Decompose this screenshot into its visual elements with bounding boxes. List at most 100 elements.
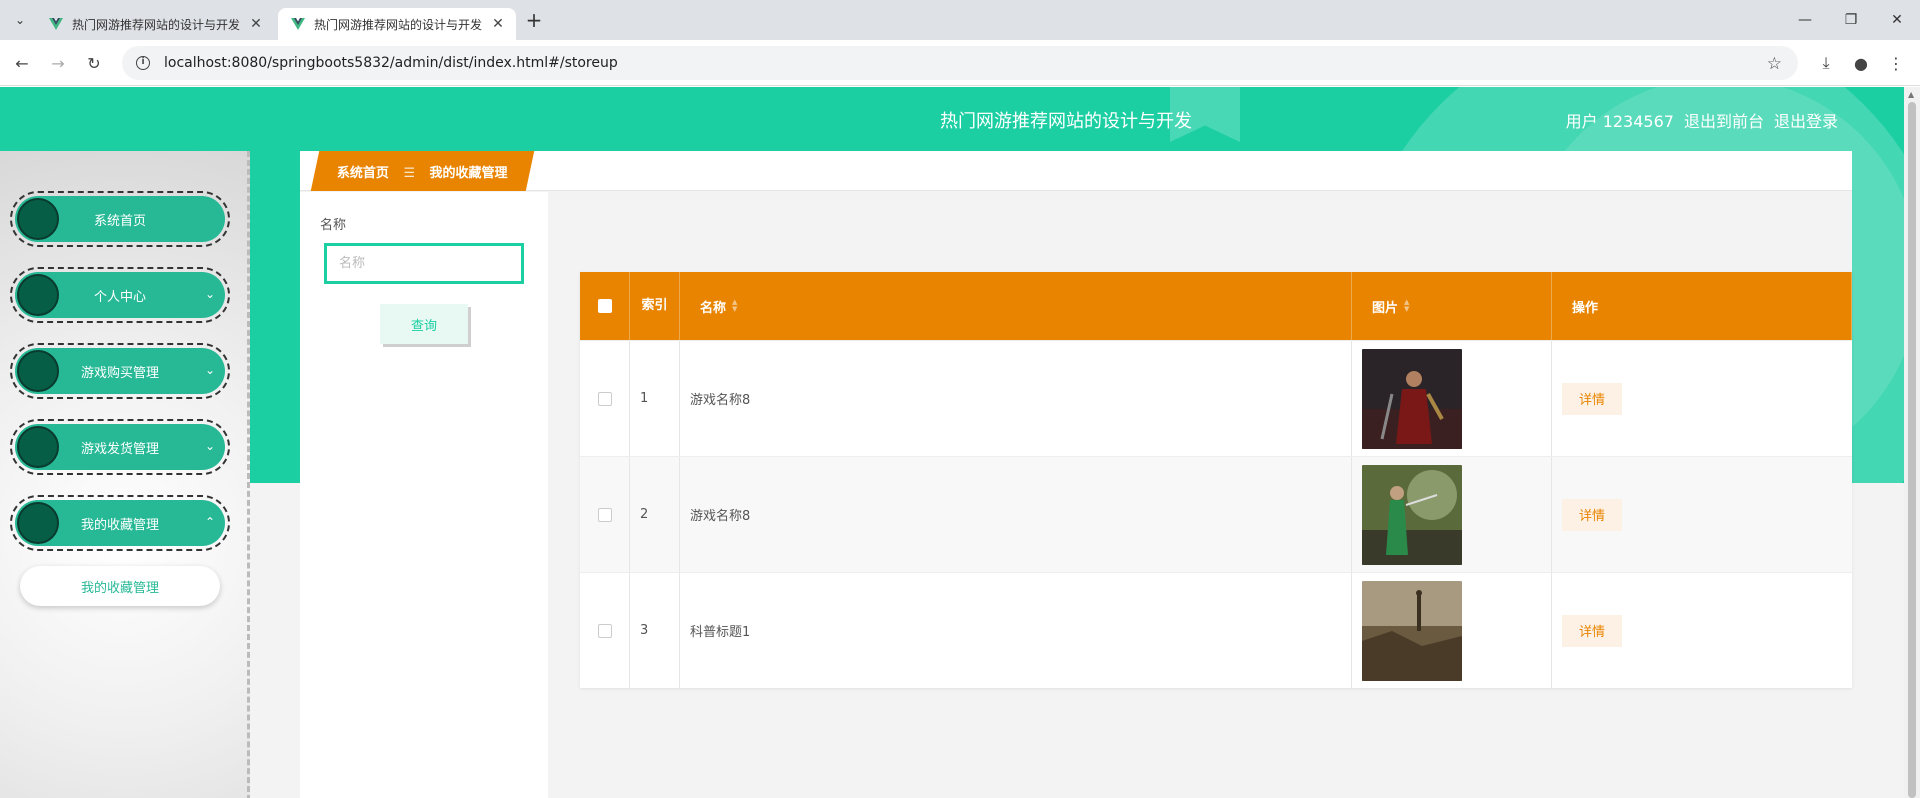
- download-icon[interactable]: ⤓: [1813, 50, 1839, 76]
- detail-button[interactable]: 详情: [1562, 382, 1622, 415]
- game-image: [1362, 464, 1462, 565]
- minimize-icon[interactable]: —: [1782, 0, 1828, 40]
- search-panel: 名称 查询: [300, 192, 548, 798]
- sort-icon[interactable]: ▲ ▼: [1404, 299, 1409, 313]
- row-checkbox[interactable]: [597, 507, 612, 522]
- window-close-icon[interactable]: ✕: [1874, 0, 1920, 40]
- row-actions: 详情: [1552, 341, 1852, 456]
- scrollbar-thumb[interactable]: [1908, 102, 1916, 798]
- row-select[interactable]: [580, 573, 630, 688]
- browser-tab[interactable]: 热门网游推荐网站的设计与开发 ✕: [36, 8, 274, 40]
- url-text: localhost:8080/springboots5832/admin/dis…: [164, 55, 618, 71]
- main-content: 系统首页 ☰ 我的收藏管理 名称 查询 索引 名称 ▲▼ 图片 ▲▼ 操作 1: [300, 151, 1852, 798]
- row-checkbox[interactable]: [597, 623, 612, 638]
- scroll-up-icon[interactable]: ▲: [1908, 90, 1914, 99]
- menu-dot-icon: [17, 350, 59, 392]
- user-info: 用户 1234567 退出到前台 退出登录: [1566, 108, 1838, 132]
- header-name[interactable]: 名称 ▲ ▼: [680, 272, 1352, 340]
- menu-pill: 个人中心 ⌄: [15, 272, 225, 318]
- menu-dot-icon: [17, 274, 59, 316]
- row-image-cell: [1352, 573, 1552, 688]
- row-name: 科普标题1: [680, 573, 1352, 688]
- reload-icon[interactable]: ↻: [80, 50, 108, 76]
- chevron-down-icon: ⌄: [204, 287, 215, 301]
- header-select-all[interactable]: [580, 272, 630, 340]
- submenu-item-favorites[interactable]: 我的收藏管理: [20, 566, 220, 606]
- breadcrumb-home[interactable]: 系统首页: [337, 166, 389, 181]
- menu-dot-icon: [17, 198, 59, 240]
- breadcrumb-current: 我的收藏管理: [429, 165, 508, 181]
- row-actions: 详情: [1552, 457, 1852, 572]
- site-title: 热门网游推荐网站的设计与开发: [940, 111, 1192, 132]
- search-button[interactable]: 查询: [380, 304, 468, 344]
- back-icon[interactable]: ←: [8, 50, 36, 76]
- row-select[interactable]: [580, 341, 630, 456]
- menu-label: 游戏发货管理: [80, 441, 159, 457]
- tab-close-icon[interactable]: ✕: [490, 16, 506, 32]
- sidebar: 系统首页 个人中心 ⌄ 游戏购买管理 ⌄ 游戏发货管理 ⌄ 我的收藏管理 ⌃ 我的收藏管…: [0, 151, 250, 798]
- game-image: [1362, 348, 1462, 449]
- site-info-icon[interactable]: i: [136, 56, 150, 70]
- favorites-table: 索引 名称 ▲ ▼ 图片 ▲ ▼ 操作 1 游戏名称8 详情 2 游戏名称8 详…: [580, 272, 1852, 688]
- vue-favicon-icon: [291, 18, 305, 30]
- sidebar-item-purchase[interactable]: 游戏购买管理 ⌄: [10, 343, 230, 399]
- menu-label: 游戏购买管理: [80, 365, 159, 381]
- sidebar-item-personal[interactable]: 个人中心 ⌄: [10, 267, 230, 323]
- restore-icon[interactable]: ❐: [1828, 0, 1874, 40]
- forward-icon[interactable]: →: [44, 50, 72, 76]
- menu-dot-icon: [17, 502, 59, 544]
- tab-title: 热门网游推荐网站的设计与开发: [72, 17, 241, 32]
- browser-tab-active[interactable]: 热门网游推荐网站的设计与开发 ✕: [278, 8, 516, 40]
- detail-button[interactable]: 详情: [1562, 498, 1622, 531]
- header-image[interactable]: 图片 ▲ ▼: [1352, 272, 1552, 340]
- menu-pill: 游戏发货管理 ⌄: [15, 424, 225, 470]
- chevron-down-icon: ⌄: [204, 439, 215, 453]
- row-index: 2: [630, 457, 680, 572]
- search-label: 名称: [320, 218, 347, 233]
- tab-close-icon[interactable]: ✕: [248, 16, 264, 32]
- row-index: 3: [630, 573, 680, 688]
- url-field[interactable]: i localhost:8080/springboots5832/admin/d…: [122, 46, 1798, 80]
- sidebar-item-shipping[interactable]: 游戏发货管理 ⌄: [10, 419, 230, 475]
- row-select[interactable]: [580, 457, 630, 572]
- header-image-label: 图片: [1372, 300, 1399, 316]
- breadcrumb: 系统首页 ☰ 我的收藏管理: [310, 151, 534, 191]
- address-bar-row: ← → ↻ i localhost:8080/springboots5832/a…: [0, 40, 1920, 86]
- select-all-checkbox[interactable]: [597, 299, 612, 313]
- row-name: 游戏名称8: [680, 341, 1352, 456]
- new-tab-icon[interactable]: +: [522, 8, 546, 32]
- menu-label: 系统首页: [93, 213, 146, 229]
- row-actions: 详情: [1552, 573, 1852, 688]
- header-name-label: 名称: [700, 300, 727, 316]
- row-checkbox[interactable]: [597, 391, 612, 406]
- table-row: 3 科普标题1 详情: [580, 572, 1852, 688]
- header-actions: 操作: [1552, 272, 1852, 340]
- breadcrumb-bar: 系统首页 ☰ 我的收藏管理: [300, 151, 1852, 191]
- profile-icon[interactable]: ●: [1848, 50, 1874, 76]
- sidebar-item-home[interactable]: 系统首页: [10, 191, 230, 247]
- menu-pill: 系统首页: [15, 196, 225, 242]
- exit-front-link[interactable]: 退出到前台: [1684, 108, 1764, 132]
- tab-search-icon[interactable]: ⌄: [8, 8, 32, 32]
- game-image: [1362, 580, 1462, 681]
- chevron-up-icon: ⌃: [204, 515, 215, 529]
- sort-icon[interactable]: ▲ ▼: [732, 299, 737, 313]
- vue-favicon-icon: [49, 18, 63, 30]
- row-index: 1: [630, 341, 680, 456]
- row-image-cell: [1352, 457, 1552, 572]
- logout-link[interactable]: 退出登录: [1774, 108, 1838, 132]
- menu-dot-icon: [17, 426, 59, 468]
- search-input[interactable]: [324, 243, 524, 284]
- browser-tab-bar: ⌄ 热门网游推荐网站的设计与开发 ✕ 热门网游推荐网站的设计与开发 ✕ + — …: [0, 0, 1920, 40]
- row-image-cell: [1352, 341, 1552, 456]
- page-scrollbar[interactable]: ▲: [1904, 87, 1920, 798]
- app-root: 热门网游推荐网站的设计与开发 用户 1234567 退出到前台 退出登录 系统首…: [0, 87, 1904, 798]
- detail-button[interactable]: 详情: [1562, 614, 1622, 647]
- username: 用户 1234567: [1565, 112, 1674, 131]
- more-menu-icon[interactable]: ⋮: [1883, 50, 1909, 76]
- bookmark-star-icon[interactable]: ☆: [1767, 54, 1782, 74]
- table-row: 1 游戏名称8 详情: [580, 340, 1852, 456]
- row-name: 游戏名称8: [680, 457, 1352, 572]
- header-index: 索引: [630, 272, 680, 340]
- sidebar-item-favorites[interactable]: 我的收藏管理 ⌃: [10, 495, 230, 551]
